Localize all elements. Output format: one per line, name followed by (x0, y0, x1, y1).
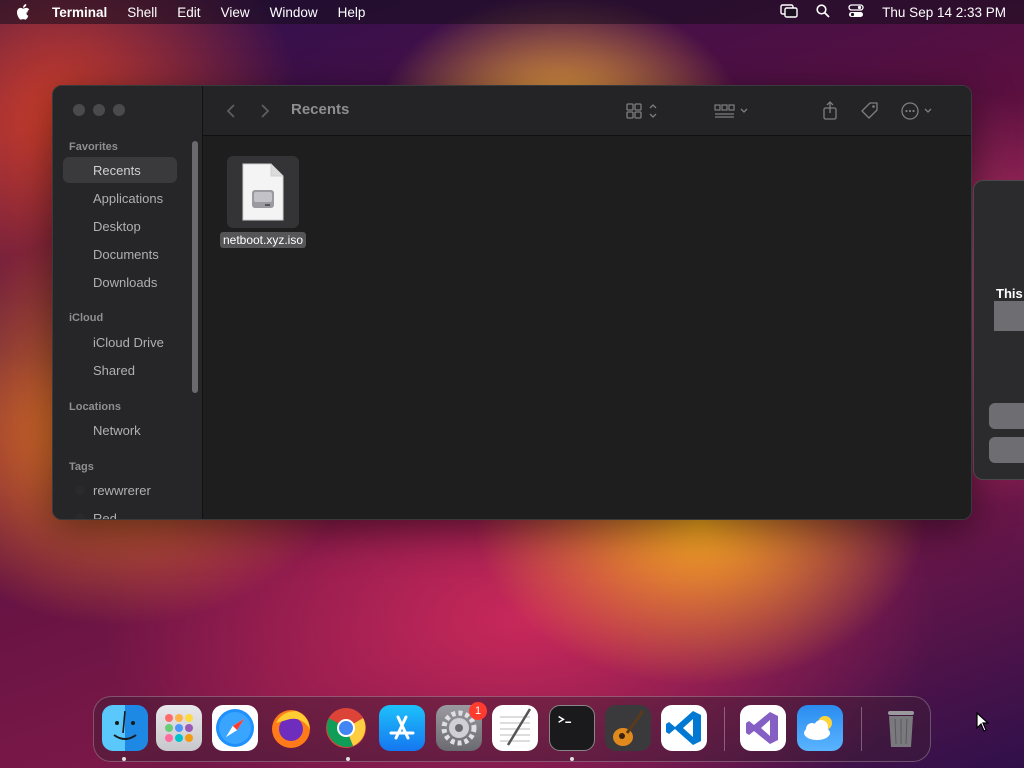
disk-image-icon (227, 156, 299, 228)
sidebar-item-label: Network (93, 422, 141, 438)
sidebar-item-label: iCloud Drive (93, 334, 164, 350)
menu-window[interactable]: Window (270, 5, 318, 20)
zoom-button[interactable] (113, 104, 125, 116)
tag-icon[interactable] (860, 99, 880, 123)
finder-sidebar: Favorites Recents Applications Desktop D… (53, 86, 203, 519)
sidebar-item-label: Recents (93, 162, 141, 178)
control-center-icon[interactable] (848, 3, 864, 21)
menu-edit[interactable]: Edit (177, 5, 200, 20)
weather-icon[interactable] (797, 705, 843, 751)
sidebar-section-icloud: iCloud (69, 312, 104, 324)
window-controls (73, 104, 125, 116)
terminal-icon[interactable] (549, 705, 595, 751)
launchpad-icon[interactable] (156, 705, 202, 751)
running-indicator (570, 757, 574, 761)
sidebar-item-tag-rewwrerer[interactable]: rewwrerer (63, 477, 177, 503)
sidebar-item-applications[interactable]: Applications (63, 185, 177, 211)
spotlight-search-icon[interactable] (816, 3, 830, 21)
dialog-text-line: This (996, 286, 1023, 301)
trash-icon[interactable] (878, 705, 924, 751)
dialog-field (994, 301, 1024, 331)
notification-badge: 1 (469, 702, 487, 720)
group-by-icon[interactable] (714, 99, 750, 123)
sidebar-item-shared[interactable]: Shared (63, 357, 177, 383)
textedit-icon[interactable] (492, 705, 538, 751)
view-icons-icon[interactable] (626, 99, 660, 123)
safari-icon[interactable] (212, 705, 258, 751)
finder-window: Favorites Recents Applications Desktop D… (52, 85, 972, 520)
sidebar-item-label: Documents (93, 246, 159, 262)
sidebar-item-recents[interactable]: Recents (63, 157, 177, 183)
sidebar-item-desktop[interactable]: Desktop (63, 213, 177, 239)
dock-separator (861, 707, 862, 751)
forward-icon[interactable] (259, 99, 271, 123)
dock (93, 696, 931, 762)
finder-toolbar: Recents (203, 86, 971, 136)
sidebar-item-label: Shared (93, 362, 135, 378)
sidebar-item-tag-red[interactable]: Red (63, 505, 177, 520)
finder-content: netboot.xyz.iso (203, 136, 971, 519)
menu-clock[interactable]: Thu Sep 14 2:33 PM (882, 5, 1006, 20)
sidebar-item-icloud-drive[interactable]: iCloud Drive (63, 329, 177, 355)
chrome-icon[interactable] (323, 705, 369, 751)
more-actions-icon[interactable] (900, 99, 936, 123)
app-store-icon[interactable] (379, 705, 425, 751)
close-button[interactable] (73, 104, 85, 116)
window-title: Recents (291, 101, 350, 118)
back-icon[interactable] (225, 99, 237, 123)
sidebar-item-label: rewwrerer (93, 482, 151, 498)
sidebar-item-documents[interactable]: Documents (63, 241, 177, 267)
menu-shell[interactable]: Shell (127, 5, 157, 20)
partial-dialog: This b (973, 180, 1024, 480)
garageband-icon[interactable] (605, 705, 651, 751)
sidebar-item-label: Desktop (93, 218, 141, 234)
screen-mirroring-icon[interactable] (780, 3, 798, 21)
sidebar-item-label: Downloads (93, 274, 158, 290)
sidebar-item-downloads[interactable]: Downloads (63, 269, 177, 295)
firefox-icon[interactable] (268, 705, 314, 751)
sidebar-section-favorites: Favorites (69, 141, 118, 153)
tag-dot-icon (75, 513, 85, 519)
tag-dot-icon (75, 485, 85, 495)
finder-icon[interactable] (102, 705, 148, 751)
share-icon[interactable] (821, 99, 839, 123)
menu-help[interactable]: Help (338, 5, 366, 20)
running-indicator (122, 757, 126, 761)
visual-studio-icon[interactable] (740, 705, 786, 751)
dialog-secondary-button[interactable] (989, 437, 1024, 463)
file-item[interactable]: netboot.xyz.iso (215, 156, 311, 249)
menu-app-terminal[interactable]: Terminal (52, 5, 107, 20)
dialog-primary-button[interactable] (989, 403, 1024, 429)
dock-separator (724, 707, 725, 751)
sidebar-section-tags: Tags (69, 461, 94, 473)
sidebar-section-locations: Locations (69, 401, 121, 413)
minimize-button[interactable] (93, 104, 105, 116)
menu-view[interactable]: View (221, 5, 250, 20)
file-name: netboot.xyz.iso (219, 232, 307, 248)
running-indicator (346, 757, 350, 761)
sidebar-item-network[interactable]: Network (63, 417, 177, 443)
mouse-cursor-icon (976, 711, 990, 737)
sidebar-scrollbar[interactable] (192, 141, 198, 393)
vscode-icon[interactable] (661, 705, 707, 751)
sidebar-item-label: Applications (93, 190, 164, 206)
sidebar-item-label: Red (93, 510, 117, 520)
menu-bar: Terminal Shell Edit View Window Help Thu… (0, 0, 1024, 24)
apple-menu-icon[interactable] (16, 0, 38, 24)
